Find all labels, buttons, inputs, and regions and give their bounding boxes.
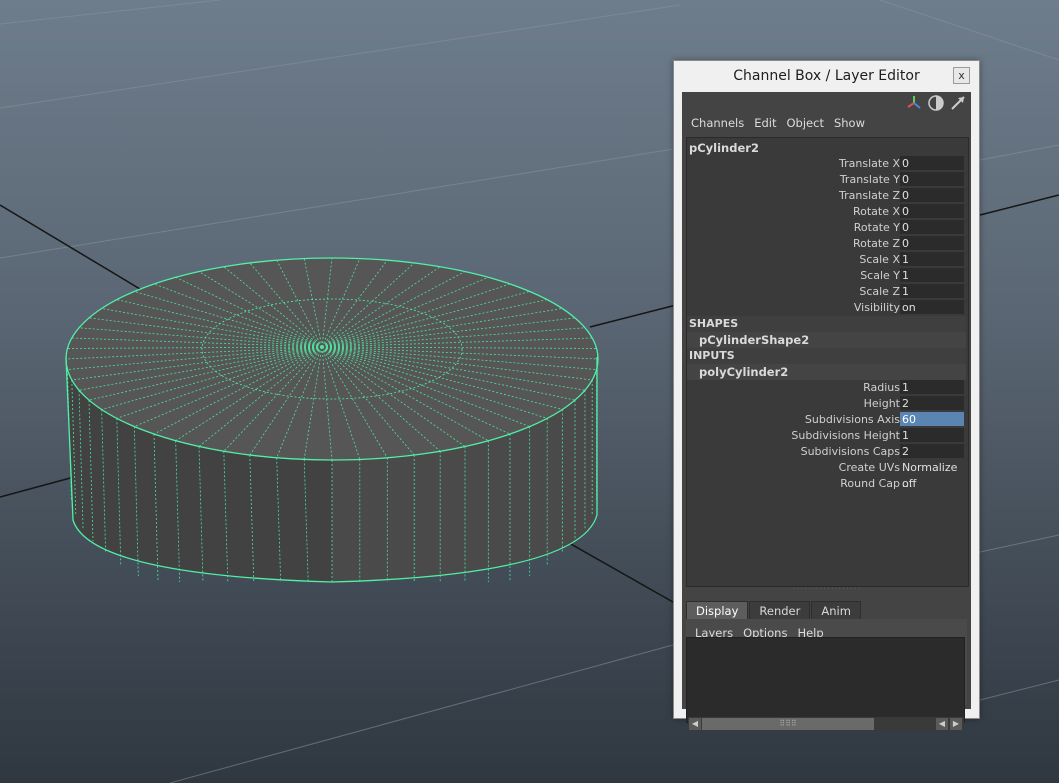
channel-row[interactable]: Rotate Y0 <box>687 220 966 236</box>
channel-label[interactable]: Rotate Z <box>853 236 900 252</box>
channel-label[interactable]: Scale X <box>859 252 900 268</box>
panel-splitter-handle[interactable]: · · · · · · · · · · · · · · · · · · <box>686 587 967 593</box>
input-label[interactable]: Round Cap <box>840 476 900 492</box>
channel-value[interactable]: 0 <box>900 156 964 171</box>
input-row[interactable]: Subdivisions Height 1 <box>687 428 966 444</box>
channel-value[interactable]: 1 <box>900 268 964 283</box>
window-title: Channel Box / Layer Editor <box>733 68 920 84</box>
channel-box-layer-editor-window[interactable]: Channel Box / Layer Editor x Channels Ed… <box>673 60 980 731</box>
channel-label[interactable]: Translate X <box>839 156 900 172</box>
input-label[interactable]: Radius <box>863 380 900 396</box>
channel-label[interactable]: Visibility <box>854 300 900 316</box>
layer-editor-tabs: Display Render Anim <box>686 601 967 620</box>
channel-box-icon[interactable] <box>905 94 923 112</box>
input-row[interactable]: Radius 1 <box>687 380 966 396</box>
input-value[interactable]: 2 <box>900 444 964 459</box>
shapes-header: SHAPES <box>687 316 966 332</box>
input-value[interactable]: off <box>900 476 964 491</box>
scrollbar-thumb[interactable]: ⠿⠿⠿ <box>702 718 874 730</box>
input-label[interactable]: Subdivisions Axis <box>805 412 900 428</box>
input-value[interactable]: 1 <box>900 428 964 443</box>
cylinder-mesh[interactable] <box>65 257 599 583</box>
close-button[interactable]: x <box>953 67 970 84</box>
menu-edit[interactable]: Edit <box>749 113 781 133</box>
inputs-header: INPUTS <box>687 348 966 364</box>
input-row[interactable]: Subdivisions Axis 60 <box>687 412 966 428</box>
input-row[interactable]: Subdivisions Caps 2 <box>687 444 966 460</box>
channel-row[interactable]: Translate Z0 <box>687 188 966 204</box>
channel-row[interactable]: Visibility on <box>687 300 966 316</box>
menu-channels[interactable]: Channels <box>686 113 749 133</box>
horizontal-scrollbar[interactable]: ◀ ⠿⠿⠿ ◀ ▶ <box>688 717 964 731</box>
scroll-right-icon[interactable]: ▶ <box>950 718 962 730</box>
layer-list[interactable] <box>686 637 965 723</box>
tab-display[interactable]: Display <box>686 601 749 620</box>
channel-label[interactable]: Scale Y <box>860 268 900 284</box>
input-row[interactable]: Create UVs Normalize ... <box>687 460 966 490</box>
channel-value[interactable]: 0 <box>900 188 964 203</box>
scroll-left-end-icon[interactable]: ◀ <box>936 718 948 730</box>
channel-value[interactable]: 0 <box>900 220 964 235</box>
input-value[interactable]: 2 <box>900 396 964 411</box>
channel-value[interactable]: 0 <box>900 236 964 251</box>
channel-box-menu-bar: Channels Edit Object Show <box>682 113 870 133</box>
panel-body: Channels Edit Object Show pCylinder2 Tra… <box>682 92 971 731</box>
channel-list[interactable]: pCylinder2 Translate X0 Translate Y0 Tra… <box>686 137 969 587</box>
input-value-selected[interactable]: 60 <box>900 412 964 427</box>
tab-render[interactable]: Render <box>749 601 811 620</box>
tab-anim[interactable]: Anim <box>811 601 861 620</box>
channel-value[interactable]: 0 <box>900 204 964 219</box>
channel-row[interactable]: Scale X1 <box>687 252 966 268</box>
channel-label[interactable]: Translate Z <box>839 188 900 204</box>
menu-object[interactable]: Object <box>782 113 829 133</box>
channel-label[interactable]: Rotate Y <box>854 220 900 236</box>
channel-value[interactable]: on <box>900 300 964 315</box>
input-label[interactable]: Create UVs <box>839 460 900 476</box>
channel-value[interactable]: 1 <box>900 252 964 267</box>
channel-value[interactable]: 1 <box>900 284 964 299</box>
attribute-editor-icon[interactable] <box>927 94 945 112</box>
input-value[interactable]: 1 <box>900 380 964 395</box>
input-row[interactable]: Height 2 <box>687 396 966 412</box>
channel-label[interactable]: Rotate X <box>853 204 900 220</box>
channel-row[interactable]: Scale Z1 <box>687 284 966 300</box>
channel-row[interactable]: Rotate Z0 <box>687 236 966 252</box>
channel-row[interactable]: Translate X0 <box>687 156 966 172</box>
input-label[interactable]: Subdivisions Caps <box>801 444 900 460</box>
channel-row[interactable]: Scale Y1 <box>687 268 966 284</box>
menu-show[interactable]: Show <box>829 113 870 133</box>
object-name[interactable]: pCylinder2 <box>689 140 759 156</box>
channel-row[interactable]: Rotate X0 <box>687 204 966 220</box>
shape-node-name[interactable]: pCylinderShape2 <box>687 332 966 348</box>
channel-label[interactable]: Scale Z <box>859 284 900 300</box>
tool-settings-icon[interactable] <box>949 94 967 112</box>
channel-row[interactable]: Translate Y0 <box>687 172 966 188</box>
channel-box-toolbar <box>905 94 967 112</box>
input-node-name[interactable]: polyCylinder2 <box>687 364 966 380</box>
input-label[interactable]: Height <box>864 396 900 412</box>
channel-value[interactable]: 0 <box>900 172 964 187</box>
scroll-left-icon[interactable]: ◀ <box>689 718 701 730</box>
channel-label[interactable]: Translate Y <box>840 172 900 188</box>
input-label[interactable]: Subdivisions Height <box>791 428 900 444</box>
input-row[interactable]: Round Cap off <box>687 476 966 492</box>
input-value[interactable]: Normalize ... <box>900 460 964 490</box>
